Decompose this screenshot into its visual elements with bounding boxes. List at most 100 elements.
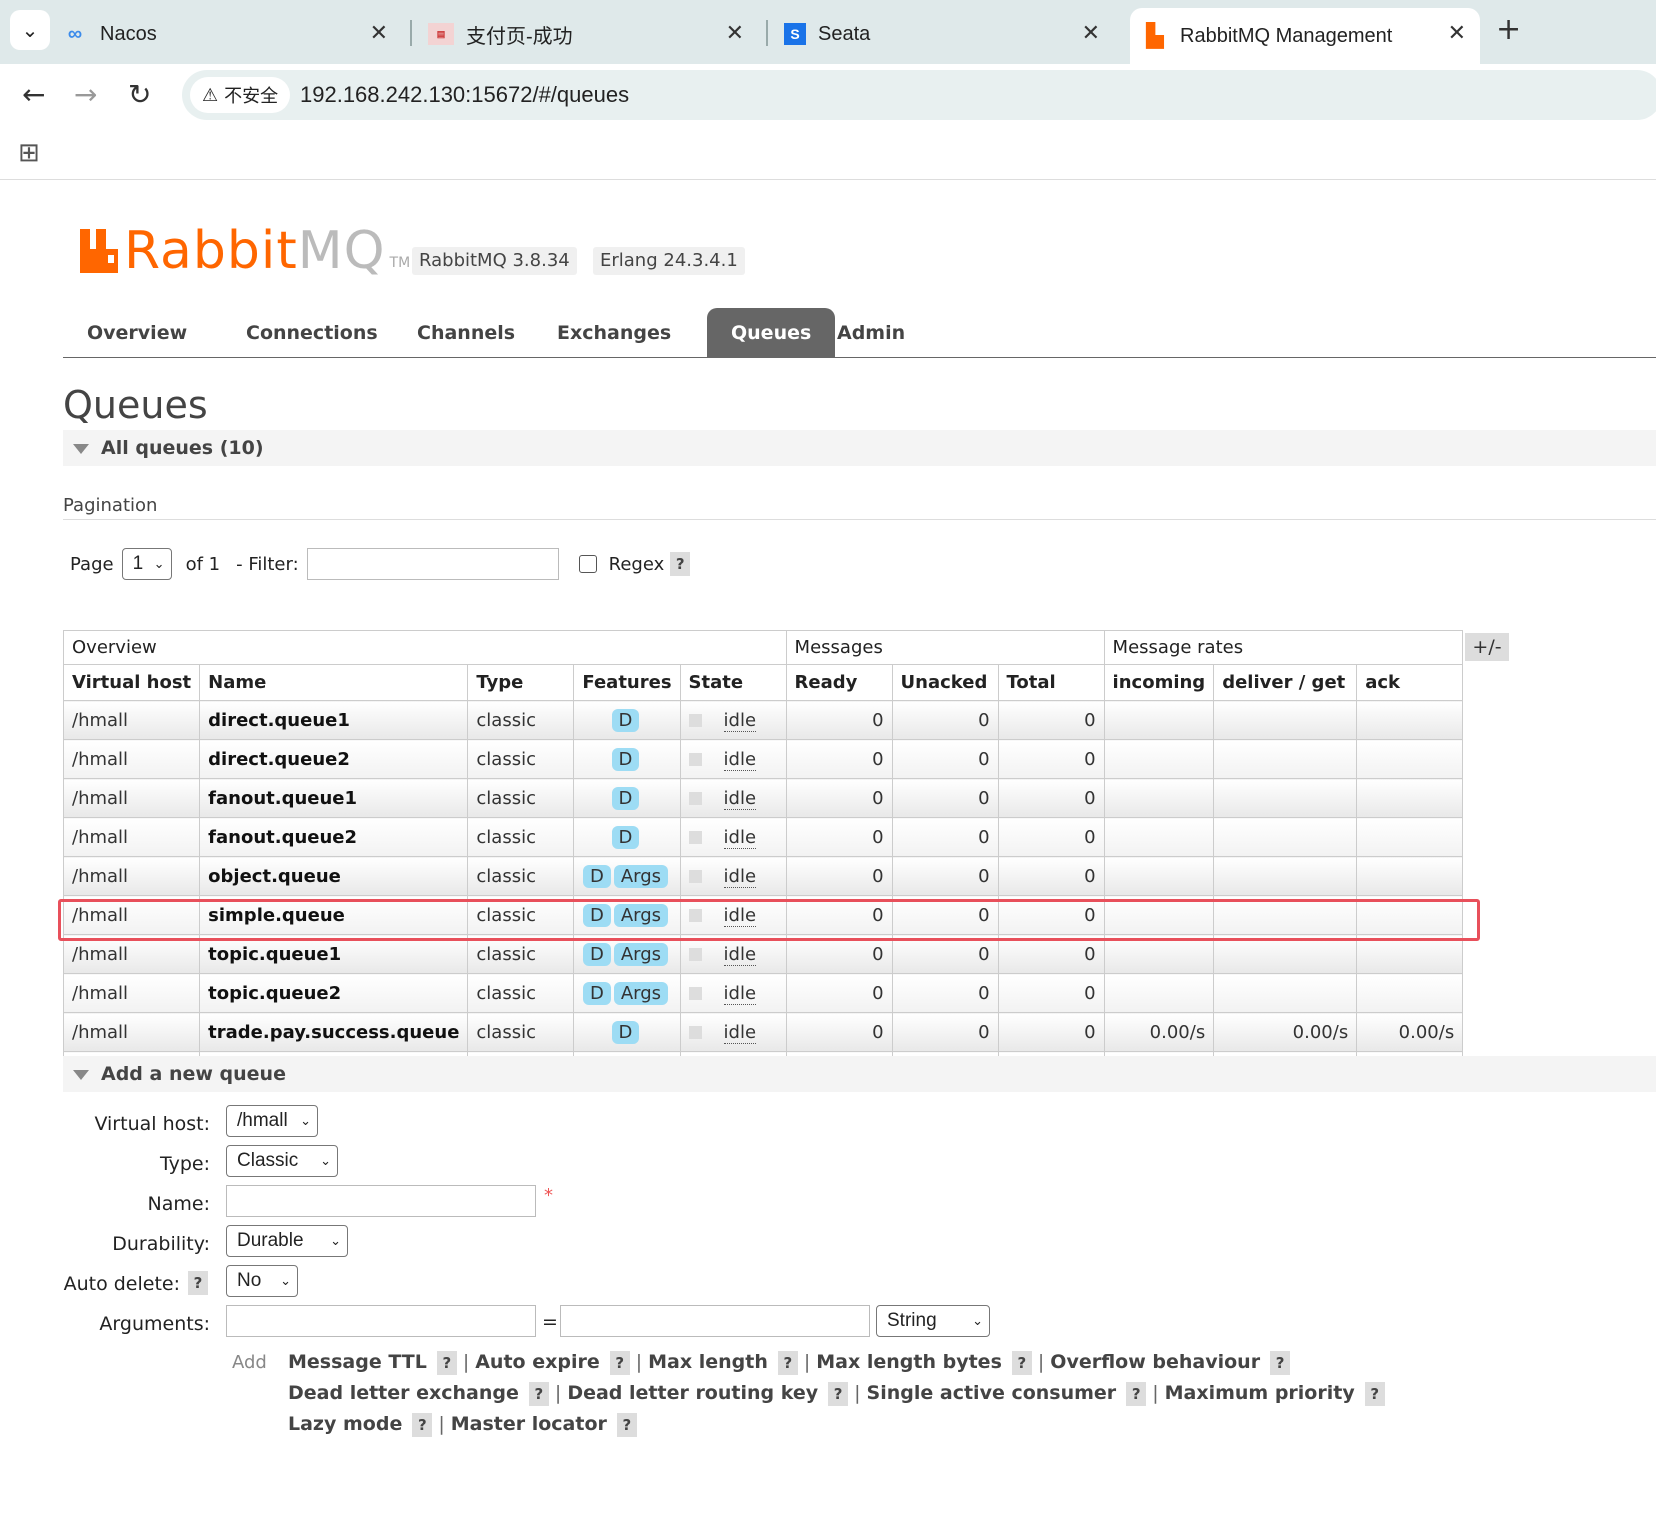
argument-shortcut-link[interactable]: Message TTL: [288, 1351, 427, 1373]
durable-badge: D: [611, 825, 640, 849]
nav-tab-connections[interactable]: Connections: [222, 308, 402, 357]
state-indicator-icon: [688, 987, 702, 1000]
queue-name-link[interactable]: direct.queue2: [199, 739, 469, 779]
new-tab-icon[interactable]: +: [1496, 12, 1521, 47]
back-arrow-icon[interactable]: ←: [22, 78, 45, 111]
vhost-cell: /hmall: [62, 817, 201, 857]
argument-type-select[interactable]: String ⌄: [876, 1305, 990, 1337]
state-label: idle: [723, 709, 757, 732]
chevron-down-icon: ⌄: [280, 1273, 291, 1288]
omnibox[interactable]: ⚠ 不安全 192.168.242.130:15672/#/queues: [182, 70, 1656, 120]
argument-shortcut-link[interactable]: Overflow behaviour: [1050, 1351, 1260, 1373]
queue-name-link[interactable]: topic.queue2: [199, 973, 469, 1013]
queue-name-link[interactable]: trade.pay.success.queue: [199, 1012, 469, 1052]
browser-tab-seata[interactable]: S Seata ✕: [784, 10, 1114, 58]
total-count: 0: [997, 700, 1105, 740]
column-header[interactable]: Virtual host: [62, 664, 201, 701]
page-select[interactable]: 1 ⌄: [121, 548, 172, 580]
browser-tab-payment[interactable]: ▤ 支付页-成功 ✕: [428, 10, 758, 58]
column-header[interactable]: incoming: [1103, 664, 1215, 701]
auto-delete-select[interactable]: No ⌄: [226, 1265, 298, 1297]
durable-badge: D: [582, 864, 611, 888]
close-tab-icon[interactable]: ✕: [1448, 20, 1466, 46]
close-tab-icon[interactable]: ✕: [370, 20, 388, 46]
ready-count: 0: [785, 856, 893, 896]
rabbitmq-logo-mark-icon: [80, 229, 118, 273]
queue-name-input[interactable]: [226, 1185, 536, 1217]
column-header[interactable]: Name: [199, 664, 469, 701]
argument-shortcuts-line-1: Message TTL? | Auto expire? | Max length? | Ma…: [288, 1351, 1291, 1375]
forward-arrow-icon[interactable]: →: [74, 78, 97, 111]
nav-tab-overview[interactable]: Overview: [63, 308, 211, 357]
argument-help-button[interactable]: ?: [1126, 1382, 1147, 1406]
features-cell: D: [573, 700, 681, 740]
durability-label: Durability:: [112, 1233, 210, 1255]
auto-delete-help-button[interactable]: ?: [188, 1271, 208, 1295]
type-select[interactable]: Classic ⌄: [226, 1145, 338, 1177]
queue-name-link[interactable]: object.queue: [199, 856, 469, 896]
argument-shortcut-link[interactable]: Lazy mode: [288, 1413, 402, 1435]
page-count-label: of 1: [185, 553, 221, 575]
close-tab-icon[interactable]: ✕: [726, 20, 744, 46]
column-header[interactable]: Ready: [785, 664, 893, 701]
column-header[interactable]: Unacked: [891, 664, 999, 701]
argument-help-button[interactable]: ?: [609, 1351, 630, 1375]
url-text[interactable]: 192.168.242.130:15672/#/queues: [300, 82, 629, 108]
argument-help-button[interactable]: ?: [436, 1351, 457, 1375]
argument-value-input[interactable]: [560, 1305, 870, 1337]
argument-help-button[interactable]: ?: [412, 1413, 433, 1437]
nav-tab-channels[interactable]: Channels: [393, 308, 539, 357]
column-header[interactable]: deliver / get: [1213, 664, 1358, 701]
toggle-columns-button[interactable]: +/-: [1465, 633, 1509, 661]
argument-shortcut-link[interactable]: Master locator: [451, 1413, 607, 1435]
separator: |: [854, 1382, 861, 1404]
filter-input[interactable]: [306, 548, 559, 580]
regex-help-button[interactable]: ?: [670, 552, 691, 576]
column-header[interactable]: Type: [467, 664, 575, 701]
state-cell: idle: [679, 778, 787, 818]
queue-name-link[interactable]: direct.queue1: [199, 700, 469, 740]
argument-help-button[interactable]: ?: [528, 1382, 549, 1406]
close-tab-icon[interactable]: ✕: [1082, 20, 1100, 46]
argument-shortcut-link[interactable]: Dead letter exchange: [288, 1382, 519, 1404]
argument-help-button[interactable]: ?: [1364, 1382, 1385, 1406]
column-header[interactable]: ack: [1356, 664, 1464, 701]
reload-icon[interactable]: ↻: [128, 78, 151, 111]
browser-tab-nacos[interactable]: ∞ Nacos ✕: [62, 10, 402, 58]
argument-shortcut-link[interactable]: Single active consumer: [867, 1382, 1117, 1404]
argument-shortcut-link[interactable]: Maximum priority: [1165, 1382, 1355, 1404]
nav-tab-exchanges[interactable]: Exchanges: [533, 308, 695, 357]
argument-key-input[interactable]: [226, 1305, 536, 1337]
argument-shortcut-link[interactable]: Auto expire: [475, 1351, 600, 1373]
apps-grid-icon[interactable]: ⊞: [18, 138, 40, 168]
tab-search-chevron-icon[interactable]: ⌄: [10, 10, 50, 50]
add-queue-section-toggle[interactable]: Add a new queue: [63, 1056, 1656, 1092]
nav-tab-admin[interactable]: Admin: [813, 308, 929, 357]
add-argument-link[interactable]: Add: [232, 1352, 267, 1373]
argument-shortcut-link[interactable]: Dead letter routing key: [567, 1382, 818, 1404]
warning-icon: ⚠: [202, 84, 219, 106]
separator: |: [438, 1413, 445, 1435]
argument-help-button[interactable]: ?: [1270, 1351, 1291, 1375]
security-chip[interactable]: ⚠ 不安全: [190, 77, 291, 113]
browser-tab-rabbitmq[interactable]: ▙ RabbitMQ Management ✕: [1130, 8, 1480, 64]
queue-name-link[interactable]: fanout.queue2: [199, 817, 469, 857]
argument-shortcut-link[interactable]: Max length bytes: [816, 1351, 1002, 1373]
state-cell: idle: [679, 856, 787, 896]
argument-help-button[interactable]: ?: [1011, 1351, 1032, 1375]
column-header[interactable]: State: [679, 664, 787, 701]
column-header[interactable]: Total: [997, 664, 1105, 701]
queue-name-link[interactable]: fanout.queue1: [199, 778, 469, 818]
highlight-box: [58, 899, 1480, 941]
vhost-cell: /hmall: [62, 700, 201, 740]
state-label: idle: [723, 865, 757, 888]
all-queues-section-toggle[interactable]: All queues (10): [63, 430, 1656, 466]
argument-help-button[interactable]: ?: [616, 1413, 637, 1437]
durability-select[interactable]: Durable ⌄: [226, 1225, 348, 1257]
argument-help-button[interactable]: ?: [777, 1351, 798, 1375]
group-header-message-rates: Message rates: [1103, 630, 1464, 665]
argument-help-button[interactable]: ?: [828, 1382, 849, 1406]
regex-checkbox[interactable]: [578, 555, 597, 573]
argument-shortcut-link[interactable]: Max length: [648, 1351, 768, 1373]
vhost-select[interactable]: /hmall ⌄: [226, 1105, 318, 1137]
